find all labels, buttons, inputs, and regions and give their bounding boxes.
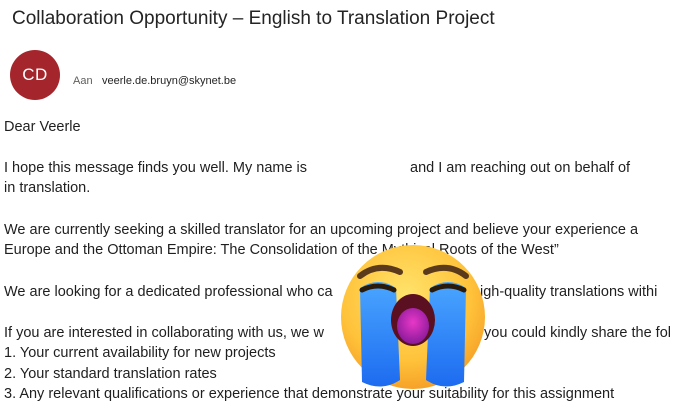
- greeting: Dear Veerle: [4, 119, 81, 135]
- list-item: 3. Any relevant qualifications or experi…: [4, 386, 615, 402]
- recipient-address[interactable]: veerle.de.bruyn@skynet.be: [102, 75, 236, 87]
- paragraph-intro: I hope this message finds you well. My n…: [4, 159, 690, 199]
- intro-text-2: and I am reaching out on behalf of: [410, 160, 631, 176]
- requirements-text-2: igh-quality translations withi: [480, 284, 658, 300]
- list-item: 1. Your current availability for new pro…: [4, 345, 276, 361]
- list-item: 2. Your standard translation rates: [4, 366, 217, 382]
- sender-avatar[interactable]: CD: [10, 50, 60, 100]
- project-text-1: We are currently seeking a skilled trans…: [4, 222, 639, 238]
- intro-text-3: in translation.: [4, 180, 91, 196]
- email-subject: Collaboration Opportunity – English to T…: [12, 8, 495, 29]
- request-text-2: you could kindly share the fol: [484, 325, 671, 341]
- intro-text-1: I hope this message finds you well. My n…: [4, 160, 308, 176]
- loudly-crying-face-icon: [341, 245, 485, 389]
- request-text-1: If you are interested in collaborating w…: [4, 325, 324, 341]
- to-label: Aan: [73, 75, 93, 87]
- requirements-text-1: We are looking for a dedicated professio…: [4, 284, 333, 300]
